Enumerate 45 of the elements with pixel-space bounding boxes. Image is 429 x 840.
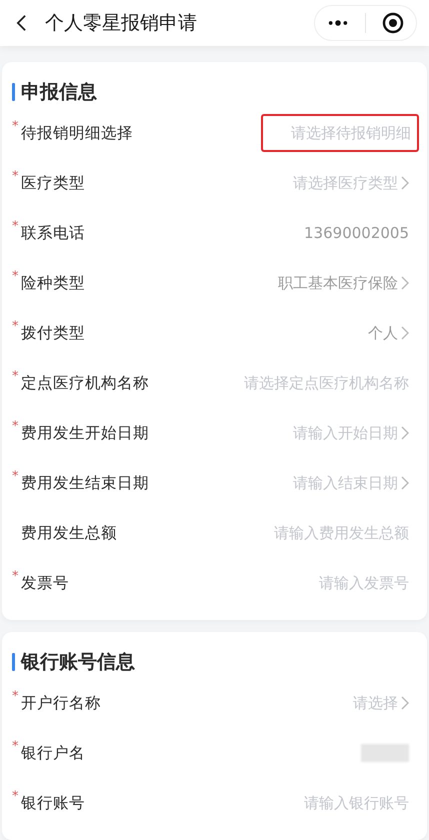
input-field[interactable]: 请输入发票号 <box>79 570 409 596</box>
field-value[interactable]: 个人 <box>368 324 398 342</box>
field-label: 拨付类型 <box>21 322 85 344</box>
required-mark: * <box>12 368 20 384</box>
field-label: 费用发生开始日期 <box>21 422 149 444</box>
input-field[interactable]: 请选择 <box>111 690 398 716</box>
back-icon[interactable] <box>16 14 27 32</box>
required-mark: * <box>12 738 20 754</box>
field-label: 开户行名称 <box>21 692 101 714</box>
field-value[interactable]: 职工基本医疗保险 <box>278 274 398 292</box>
required-mark: * <box>12 118 20 134</box>
field-label: 费用发生总额 <box>21 522 117 544</box>
required-mark: * <box>12 318 20 334</box>
field-label: 待报销明细选择 <box>21 122 133 144</box>
required-mark: * <box>12 268 20 284</box>
more-icon[interactable] <box>327 19 349 27</box>
target-icon[interactable] <box>382 12 404 34</box>
field-label: 发票号 <box>21 572 69 594</box>
field-value: 13690002005 <box>304 224 409 242</box>
section-title: 申报信息 <box>21 80 97 105</box>
field-label: 银行账号 <box>21 792 85 814</box>
field-label: 定点医疗机构名称 <box>21 372 149 394</box>
input-field[interactable]: 请输入开始日期 <box>159 420 398 446</box>
field-label: 费用发生结束日期 <box>21 472 149 494</box>
accent-bar <box>12 83 15 101</box>
required-mark: * <box>12 218 20 234</box>
accent-bar <box>12 653 15 671</box>
page-title: 个人零星报销申请 <box>45 11 198 36</box>
section-title: 银行账号信息 <box>21 650 135 675</box>
input-field[interactable]: 请输入结束日期 <box>159 470 398 496</box>
field-label: 险种类型 <box>21 272 85 294</box>
required-mark: * <box>12 688 20 704</box>
input-field[interactable]: 请输入费用发生总额 <box>127 520 409 546</box>
required-mark: * <box>12 788 20 804</box>
input-field[interactable]: 请输入银行账号 <box>95 790 409 816</box>
input-field[interactable]: 请选择待报销明细 <box>261 114 419 152</box>
required-mark: * <box>12 568 20 584</box>
required-mark: * <box>12 468 20 484</box>
required-mark: * <box>12 168 20 184</box>
field-label: 联系电话 <box>21 222 85 244</box>
input-field[interactable]: 请选择医疗类型 <box>95 170 398 196</box>
field-label: 银行户名 <box>21 742 85 764</box>
input-field[interactable]: 请选择定点医疗机构名称 <box>159 370 409 396</box>
field-label: 医疗类型 <box>21 172 85 194</box>
required-mark: * <box>12 418 20 434</box>
